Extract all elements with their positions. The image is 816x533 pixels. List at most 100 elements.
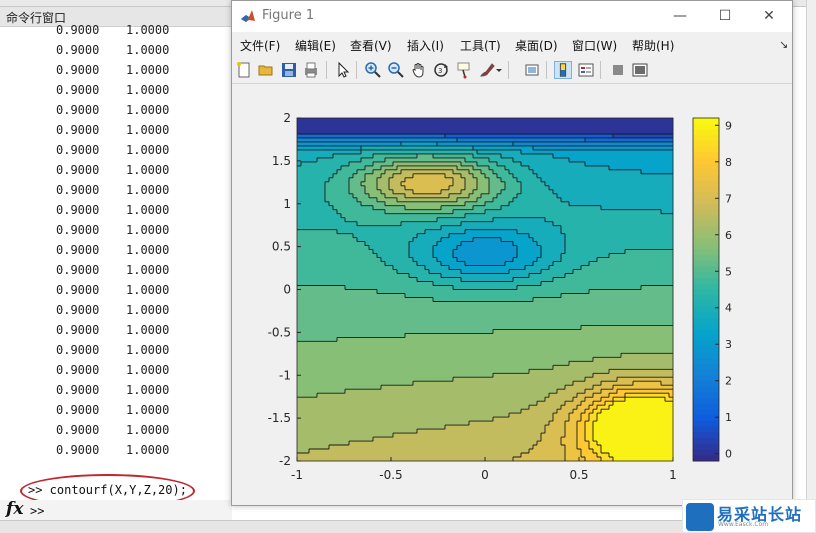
function-browser-icon[interactable]: fx xyxy=(6,499,23,519)
contour-fill-cell xyxy=(609,189,614,195)
data-cursor-icon[interactable] xyxy=(455,61,473,79)
contour-fill-cell xyxy=(397,297,402,302)
pointer-icon[interactable] xyxy=(334,61,352,79)
contour-fill-cell xyxy=(573,161,578,167)
contour-fill-cell xyxy=(581,237,586,243)
contour-fill-cell xyxy=(445,225,450,231)
contour-fill-cell xyxy=(425,301,430,306)
contour-fill-cell xyxy=(297,177,302,183)
contour-fill-cell xyxy=(481,229,486,235)
show-plot-tools-icon[interactable] xyxy=(631,61,649,79)
contour-fill-cell xyxy=(357,301,362,306)
contour-plot[interactable]: -1 -0.5 0 0.5 121.510.50-0.5-1-1.5-298765432… xyxy=(232,85,792,505)
menu-tools[interactable]: 工具(T) xyxy=(460,37,501,54)
contour-fill-cell xyxy=(325,253,330,258)
contour-fill-cell xyxy=(521,289,526,294)
contour-fill-cell xyxy=(477,321,482,326)
contour-fill-cell xyxy=(377,125,382,131)
zoom-out-icon[interactable] xyxy=(387,61,405,79)
contour-fill-cell xyxy=(365,217,370,223)
rotate-3d-icon[interactable]: 3 xyxy=(432,61,450,79)
contour-fill-cell xyxy=(597,281,602,286)
contour-fill-cell xyxy=(597,173,602,179)
contour-fill-cell xyxy=(413,253,418,258)
command-window-output[interactable]: 0.9000 1.0000 0.9000 1.0000 0.9000 1.0000 0.90… xyxy=(0,23,232,497)
brush-dropdown-icon[interactable] xyxy=(494,61,504,79)
contour-fill-cell xyxy=(589,241,594,247)
print-icon[interactable] xyxy=(302,61,320,79)
link-plot-icon[interactable] xyxy=(524,61,542,79)
contour-fill-cell xyxy=(313,241,318,247)
contour-fill-cell xyxy=(385,293,390,298)
contour-fill-cell xyxy=(297,297,302,302)
open-file-icon[interactable] xyxy=(257,61,275,79)
contour-fill-cell xyxy=(629,265,634,270)
contour-fill-cell xyxy=(533,273,538,278)
figure-window[interactable]: Figure 1 — ☐ ✕ 文件(F) 编辑(E) 查看(V) 插入(I) 工… xyxy=(231,0,793,506)
contour-fill-cell xyxy=(381,249,386,255)
vertical-scrollbar[interactable] xyxy=(806,0,816,520)
new-figure-icon[interactable] xyxy=(235,61,253,79)
menu-undock-arrow-icon[interactable]: ↘ xyxy=(779,38,788,51)
contour-fill-cell xyxy=(317,253,322,258)
contour-fill-cell xyxy=(625,237,630,243)
contour-fill-cell xyxy=(549,165,554,171)
menu-edit[interactable]: 编辑(E) xyxy=(295,37,336,54)
contour-fill-cell xyxy=(605,305,610,310)
contour-fill-cell xyxy=(633,305,638,310)
output-value: 0.9000 xyxy=(56,323,100,337)
contour-fill-cell xyxy=(493,293,498,298)
contour-fill-cell xyxy=(605,169,610,175)
contour-fill-cell xyxy=(597,293,602,298)
contour-fill-cell xyxy=(433,293,438,298)
contour-fill-cell xyxy=(305,269,310,274)
zoom-in-icon[interactable] xyxy=(364,61,382,79)
contour-fill-cell xyxy=(313,197,318,203)
contour-fill-cell xyxy=(617,193,622,199)
contour-fill-cell xyxy=(321,265,326,270)
contour-fill-cell xyxy=(557,269,562,274)
contour-fill-cell xyxy=(625,118,630,123)
contour-fill-cell xyxy=(445,177,450,183)
contour-fill-cell xyxy=(493,245,498,251)
contour-fill-cell xyxy=(489,209,494,215)
contour-fill-cell xyxy=(301,121,306,127)
contour-fill-cell xyxy=(621,229,626,235)
contour-fill-cell xyxy=(529,209,534,215)
contour-fill-cell xyxy=(461,309,466,314)
contour-fill-cell xyxy=(321,285,326,290)
legend-icon[interactable] xyxy=(577,61,595,79)
figure-titlebar[interactable]: Figure 1 — ☐ ✕ xyxy=(232,1,792,32)
menu-help[interactable]: 帮助(H) xyxy=(632,37,674,54)
colorbar-icon[interactable] xyxy=(554,61,572,79)
contour-fill-cell xyxy=(337,285,342,290)
menu-view[interactable]: 查看(V) xyxy=(350,37,392,54)
menu-insert[interactable]: 插入(I) xyxy=(407,37,444,54)
contour-fill-cell xyxy=(381,253,386,258)
contour-fill-cell xyxy=(441,181,446,187)
contour-fill-cell xyxy=(389,177,394,183)
contour-fill-cell xyxy=(589,213,594,219)
contour-fill-cell xyxy=(529,317,534,322)
close-button[interactable]: ✕ xyxy=(749,5,789,27)
hide-plot-tools-icon[interactable] xyxy=(609,61,627,79)
minimize-button[interactable]: — xyxy=(660,5,700,27)
contour-fill-cell xyxy=(449,185,454,191)
menu-window[interactable]: 窗口(W) xyxy=(572,37,617,54)
menu-file[interactable]: 文件(F) xyxy=(240,37,280,54)
menu-desktop[interactable]: 桌面(D) xyxy=(515,37,558,54)
contour-fill-cell xyxy=(533,229,538,235)
contour-fill-cell xyxy=(453,181,458,187)
contour-fill-cell xyxy=(405,313,410,318)
save-icon[interactable] xyxy=(280,61,298,79)
contour-fill-cell xyxy=(593,253,598,258)
contour-fill-cell xyxy=(617,293,622,298)
maximize-button[interactable]: ☐ xyxy=(705,5,745,27)
contour-fill-cell xyxy=(489,241,494,247)
pan-hand-icon[interactable] xyxy=(410,61,428,79)
contour-fill-cell xyxy=(425,257,430,262)
contour-fill-cell xyxy=(357,257,362,262)
figure-canvas[interactable]: -1 -0.5 0 0.5 1 2 1.5 1 0.5 0 -0.5 -1 -1.5 -2 9 8 7 6 5 4 3 2… xyxy=(232,85,792,505)
command-prompt[interactable]: >> xyxy=(30,504,44,518)
contour-fill-cell xyxy=(637,265,642,270)
